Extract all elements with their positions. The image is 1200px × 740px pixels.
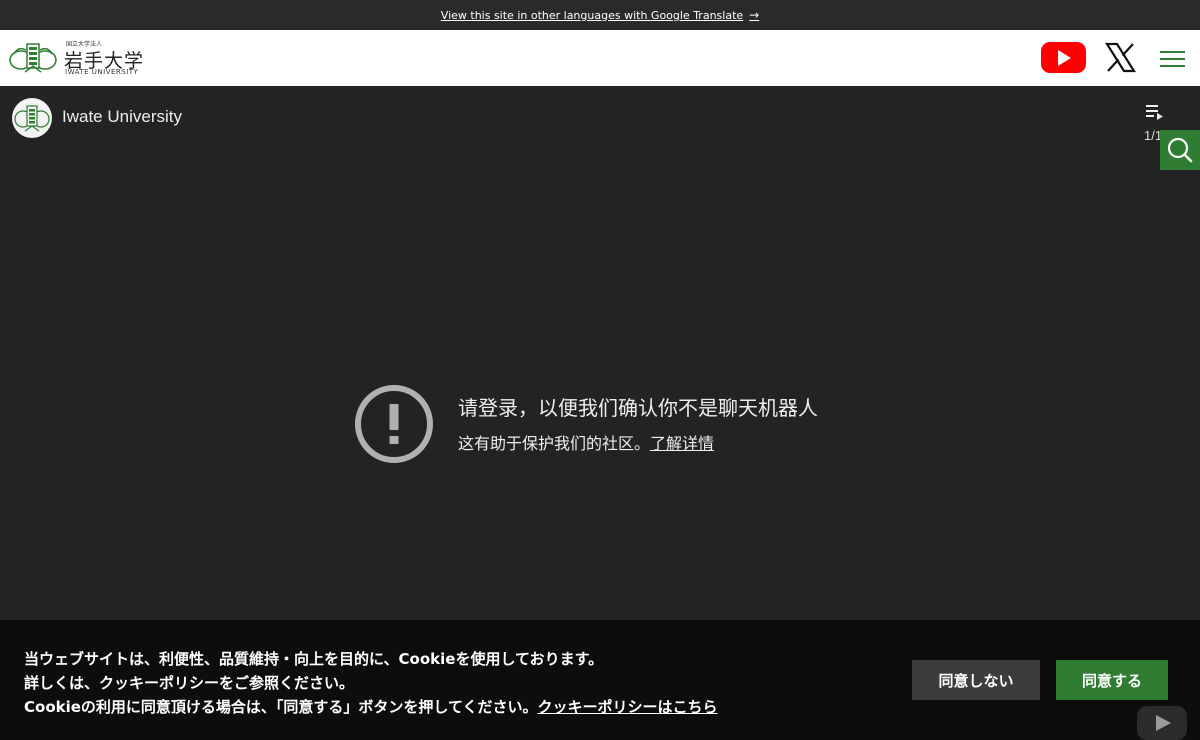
- cookie-line-2: 詳しくは、クッキーポリシーをご参照ください。: [24, 674, 355, 692]
- exclamation-circle-icon: [355, 385, 433, 463]
- hamburger-menu-icon: [1160, 51, 1185, 53]
- youtube-button[interactable]: [1041, 42, 1086, 73]
- cookie-decline-button[interactable]: 同意しない: [912, 660, 1040, 700]
- search-button[interactable]: [1160, 130, 1200, 170]
- cookie-policy-link[interactable]: クッキーポリシーはこちら: [538, 698, 718, 716]
- site-header: 国立大学法人 岩手大学 IWATE UNIVERSITY: [0, 30, 1200, 86]
- playlist-icon[interactable]: [1146, 104, 1164, 120]
- logo-name-en: IWATE UNIVERSITY: [65, 68, 139, 76]
- cookie-notice-text: 当ウェブサイトは、利便性、品質維持・向上を目的に、Cookieを使用しております…: [24, 647, 718, 719]
- cookie-line-1: 当ウェブサイトは、利便性、品質維持・向上を目的に、Cookieを使用しております…: [24, 650, 604, 668]
- cookie-line-3-text: Cookieの利用に同意頂ける場合は、「同意する」ボタンを押してください。: [24, 698, 538, 716]
- x-logo-icon: [1105, 42, 1136, 73]
- x-button[interactable]: [1105, 42, 1136, 73]
- channel-emblem-icon: [14, 105, 50, 132]
- google-translate-label: View this site in other languages with G…: [440, 8, 744, 22]
- search-icon: [1167, 137, 1193, 163]
- university-emblem-icon: [9, 43, 57, 73]
- hamburger-menu-button[interactable]: [1160, 48, 1186, 68]
- translate-bar: View this site in other languages with G…: [0, 0, 1200, 30]
- google-translate-link[interactable]: View this site in other languages with G…: [441, 8, 759, 22]
- arrow-right-icon: →: [749, 8, 760, 22]
- youtube-play-button[interactable]: [1137, 706, 1187, 740]
- hamburger-line-bottom: [1160, 65, 1185, 67]
- signin-message-title: 请登录，以便我们确认你不是聊天机器人: [458, 396, 818, 420]
- cookie-line-3: Cookieの利用に同意頂ける場合は、「同意する」ボタンを押してください。クッキ…: [24, 695, 718, 719]
- youtube-icon: [1058, 50, 1071, 66]
- university-logo[interactable]: 国立大学法人 岩手大学 IWATE UNIVERSITY: [8, 38, 150, 78]
- channel-avatar[interactable]: [12, 98, 52, 138]
- hamburger-line-middle: [1160, 58, 1185, 60]
- play-icon: [1156, 715, 1171, 731]
- channel-name[interactable]: Iwate University: [62, 107, 182, 127]
- signin-message-subtitle: 这有助于保护我们的社区。了解详情: [458, 430, 714, 454]
- cookie-accept-button[interactable]: 同意する: [1056, 660, 1168, 700]
- learn-more-link[interactable]: 了解详情: [650, 434, 714, 453]
- signin-message-text: 这有助于保护我们的社区。: [458, 434, 651, 453]
